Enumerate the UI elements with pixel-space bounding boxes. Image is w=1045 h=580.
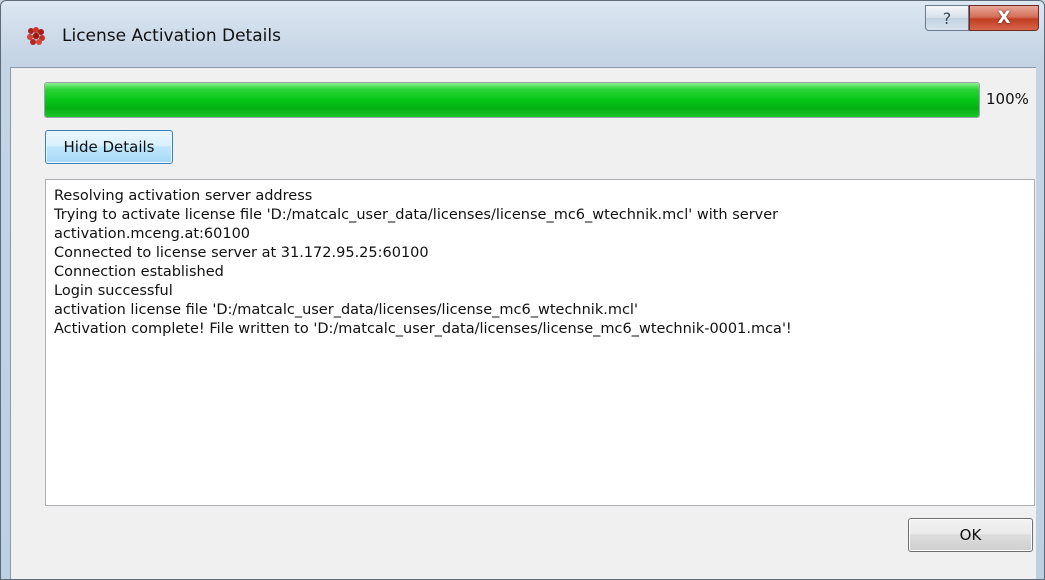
license-activation-dialog: License Activation Details ? X 100% Hide… xyxy=(0,0,1045,580)
app-icon xyxy=(25,25,47,47)
details-log[interactable]: Resolving activation server address Tryin… xyxy=(45,179,1035,506)
help-button[interactable]: ? xyxy=(925,5,969,31)
progress-bar xyxy=(44,82,980,118)
log-line: Login successful xyxy=(54,283,173,299)
help-icon: ? xyxy=(942,8,952,28)
dialog-body: 100% Hide Details Resolving activation s… xyxy=(10,67,1036,579)
title-bar[interactable]: License Activation Details ? X xyxy=(1,1,1044,67)
progress-fill xyxy=(45,83,979,117)
close-icon: X xyxy=(997,8,1011,28)
close-button[interactable]: X xyxy=(969,5,1039,31)
log-line: Connected to license server at 31.172.95… xyxy=(54,245,429,261)
ok-button[interactable]: OK xyxy=(908,518,1033,552)
log-line: Resolving activation server address xyxy=(54,188,313,204)
window-title: License Activation Details xyxy=(62,26,281,46)
log-line: Connection established xyxy=(54,264,224,280)
hide-details-button[interactable]: Hide Details xyxy=(45,130,173,164)
log-line: Activation complete! File written to 'D:… xyxy=(54,321,792,337)
log-line: activation license file 'D:/matcalc_user… xyxy=(54,302,638,318)
log-line: activation.mceng.at:60100 xyxy=(54,226,251,242)
log-line: Trying to activate license file 'D:/matc… xyxy=(54,207,779,223)
progress-percent: 100% xyxy=(986,90,1029,108)
